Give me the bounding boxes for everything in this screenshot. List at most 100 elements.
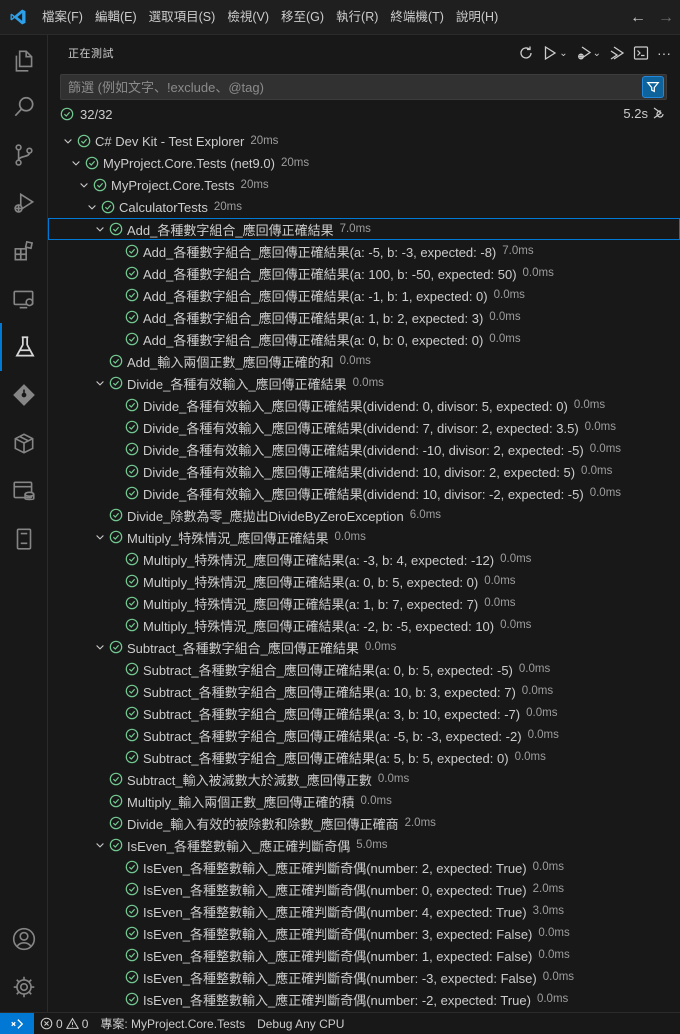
chevron-down-icon[interactable] <box>92 372 108 394</box>
test-tree-item[interactable]: Multiply_特殊情況_應回傳正確結果(a: 0, b: 5, expect… <box>48 570 680 592</box>
test-tree-item[interactable]: Subtract_各種數字組合_應回傳正確結果(a: -5, b: -3, ex… <box>48 724 680 746</box>
test-tree-item[interactable]: Divide_除數為零_應拋出DivideByZeroException 6.0m… <box>48 504 680 526</box>
test-tree-item[interactable]: IsEven_各種整數輸入_應正確判斷奇偶(number: 4, expecte… <box>48 900 680 922</box>
menu-item[interactable]: 移至(G) <box>275 0 330 35</box>
test-tree-item[interactable]: Subtract_輸入被減數大於減數_應回傳正數 0.0ms <box>48 768 680 790</box>
test-tree-item[interactable]: Divide_各種有效輸入_應回傳正確結果(dividend: 10, divi… <box>48 482 680 504</box>
rerun-icon[interactable] <box>651 105 667 121</box>
test-tree-item[interactable]: IsEven_各種整數輸入_應正確判斷奇偶(number: -3, expect… <box>48 966 680 988</box>
menu-item[interactable]: 執行(R) <box>330 0 384 35</box>
passed-check-icon <box>84 152 100 174</box>
test-tree-item[interactable]: Multiply_特殊情況_應回傳正確結果 0.0ms <box>48 526 680 548</box>
test-tree-item[interactable]: Subtract_各種數字組合_應回傳正確結果 0.0ms <box>48 636 680 658</box>
test-tree-item[interactable]: Divide_各種有效輸入_應回傳正確結果(dividend: 0, divis… <box>48 394 680 416</box>
remote-icon[interactable] <box>0 1012 34 1034</box>
package-icon[interactable] <box>0 419 48 467</box>
filter-funnel-icon <box>646 82 660 93</box>
git-lens-icon[interactable] <box>0 371 48 419</box>
filter-options-button[interactable] <box>642 76 664 98</box>
test-tree-item[interactable]: Divide_各種有效輸入_應回傳正確結果 0.0ms <box>48 372 680 394</box>
test-tree-item[interactable]: Multiply_特殊情況_應回傳正確結果(a: -3, b: 4, expec… <box>48 548 680 570</box>
test-tree-item[interactable]: Add_各種數字組合_應回傳正確結果(a: 100, b: -50, expec… <box>48 262 680 284</box>
test-tree-item[interactable]: Multiply_特殊情況_應回傳正確結果(a: -2, b: -5, expe… <box>48 614 680 636</box>
terminal-icon <box>633 46 649 60</box>
test-tree-item[interactable]: Subtract_各種數字組合_應回傳正確結果(a: 0, b: 5, expe… <box>48 658 680 680</box>
run-with-coverage-button[interactable] <box>606 42 628 64</box>
test-tree-item[interactable]: Add_輸入兩個正數_應回傳正確的和 0.0ms <box>48 350 680 372</box>
run-tests-button[interactable]: ⌄ <box>539 42 570 64</box>
test-tree-item[interactable]: Add_各種數字組合_應回傳正確結果(a: -5, b: -3, expecte… <box>48 240 680 262</box>
test-tree-item[interactable]: Add_各種數字組合_應回傳正確結果(a: -1, b: 1, expected… <box>48 284 680 306</box>
test-tree-item[interactable]: IsEven_各種整數輸入_應正確判斷奇偶(number: 1, expecte… <box>48 944 680 966</box>
run-debug-icon[interactable] <box>0 179 48 227</box>
twistie-spacer <box>108 570 124 592</box>
extensions-icon[interactable] <box>0 227 48 275</box>
test-tree-item[interactable]: Subtract_各種數字組合_應回傳正確結果(a: 3, b: 10, exp… <box>48 702 680 724</box>
chevron-down-icon[interactable] <box>84 196 100 218</box>
chevron-down-icon[interactable] <box>92 218 108 240</box>
show-output-button[interactable] <box>630 42 652 64</box>
test-duration: 20ms <box>213 201 242 213</box>
test-duration: 0.0ms <box>484 597 516 609</box>
test-tree-item[interactable]: IsEven_各種整數輸入_應正確判斷奇偶(number: 3, expecte… <box>48 922 680 944</box>
chevron-down-icon[interactable] <box>92 636 108 658</box>
test-tree-item[interactable]: IsEven_各種整數輸入_應正確判斷奇偶(number: 0, expecte… <box>48 878 680 900</box>
test-tree-item[interactable]: Multiply_特殊情況_應回傳正確結果(a: 1, b: 7, expect… <box>48 592 680 614</box>
menu-item[interactable]: 終端機(T) <box>384 0 449 35</box>
test-tree-item[interactable]: Multiply_輸入兩個正數_應回傳正確的積 0.0ms <box>48 790 680 812</box>
back-arrow-icon[interactable]: ← <box>624 9 652 27</box>
test-tree-item[interactable]: Add_各種數字組合_應回傳正確結果(a: 1, b: 2, expected:… <box>48 306 680 328</box>
test-tree-item[interactable]: MyProject.Core.Tests 20ms <box>48 174 680 196</box>
twistie-spacer <box>92 812 108 834</box>
test-tree-item[interactable]: C# Dev Kit - Test Explorer 20ms <box>48 130 680 152</box>
manage-gear-icon[interactable] <box>0 963 48 1011</box>
remote-explorer-icon[interactable] <box>0 275 48 323</box>
debug-tests-button[interactable]: ⌄ <box>573 42 604 64</box>
menu-item[interactable]: 選取項目(S) <box>143 0 222 35</box>
refresh-tests-button[interactable] <box>515 42 537 64</box>
chevron-down-icon[interactable] <box>92 834 108 856</box>
test-duration: 0.0ms <box>532 861 564 873</box>
account-icon[interactable] <box>0 915 48 963</box>
test-tree-item[interactable]: IsEven_各種整數輸入_應正確判斷奇偶(number: -2, expect… <box>48 988 680 1010</box>
test-tree-item[interactable]: CalculatorTests 20ms <box>48 196 680 218</box>
chevron-down-icon[interactable] <box>68 152 84 174</box>
filter-input[interactable] <box>61 75 642 99</box>
testing-icon[interactable] <box>0 323 48 371</box>
test-duration: 0.0ms <box>514 751 546 763</box>
test-duration: 0.0ms <box>377 773 410 785</box>
passed-check-icon <box>124 944 140 966</box>
search-icon[interactable] <box>0 83 48 131</box>
test-tree-item[interactable]: Divide_各種有效輸入_應回傳正確結果(dividend: 7, divis… <box>48 416 680 438</box>
chevron-down-icon[interactable] <box>92 526 108 548</box>
test-tree-item[interactable]: Subtract_各種數字組合_應回傳正確結果(a: 5, b: 5, expe… <box>48 746 680 768</box>
menu-item[interactable]: 編輯(E) <box>89 0 143 35</box>
twistie-spacer <box>108 416 124 438</box>
test-tree-item[interactable]: IsEven_各種整數輸入_應正確判斷奇偶(number: 2, expecte… <box>48 856 680 878</box>
problems-indicator[interactable]: 0 0 <box>34 1017 94 1031</box>
test-tree-item[interactable]: Divide_各種有效輸入_應回傳正確結果(dividend: 10, divi… <box>48 460 680 482</box>
project-indicator[interactable]: 專案: MyProject.Core.Tests <box>94 1015 251 1032</box>
forward-arrow-icon[interactable]: → <box>652 9 680 27</box>
chevron-down-icon[interactable] <box>76 174 92 196</box>
menu-item[interactable]: 檢視(V) <box>221 0 275 35</box>
database-icon[interactable] <box>0 467 48 515</box>
test-tree-item[interactable]: Subtract_各種數字組合_應回傳正確結果(a: 10, b: 3, exp… <box>48 680 680 702</box>
test-tree-item[interactable]: MyProject.Core.Tests (net9.0) 20ms <box>48 152 680 174</box>
test-label: Subtract_各種數字組合_應回傳正確結果 <box>127 640 359 656</box>
explorer-icon[interactable] <box>0 37 48 85</box>
test-tree-item[interactable]: Add_各種數字組合_應回傳正確結果 7.0ms <box>48 218 680 240</box>
menu-item[interactable]: 說明(H) <box>450 0 504 35</box>
test-tree-item[interactable]: Add_各種數字組合_應回傳正確結果(a: 0, b: 0, expected:… <box>48 328 680 350</box>
notebook-icon[interactable] <box>0 515 48 563</box>
chevron-down-icon[interactable] <box>60 130 76 152</box>
more-actions-icon[interactable]: ··· <box>654 42 674 64</box>
test-tree-item[interactable]: IsEven_各種整數輸入_應正確判斷奇偶 5.0ms <box>48 834 680 856</box>
test-tree-item[interactable]: Divide_各種有效輸入_應回傳正確結果(dividend: -10, div… <box>48 438 680 460</box>
twistie-spacer <box>108 240 124 262</box>
passed-check-icon <box>76 130 92 152</box>
source-control-icon[interactable] <box>0 131 48 179</box>
test-tree-item[interactable]: Divide_輸入有效的被除數和除數_應回傳正確商 2.0ms <box>48 812 680 834</box>
build-config-indicator[interactable]: Debug Any CPU <box>251 1017 350 1031</box>
menu-item[interactable]: 檔案(F) <box>36 0 89 35</box>
